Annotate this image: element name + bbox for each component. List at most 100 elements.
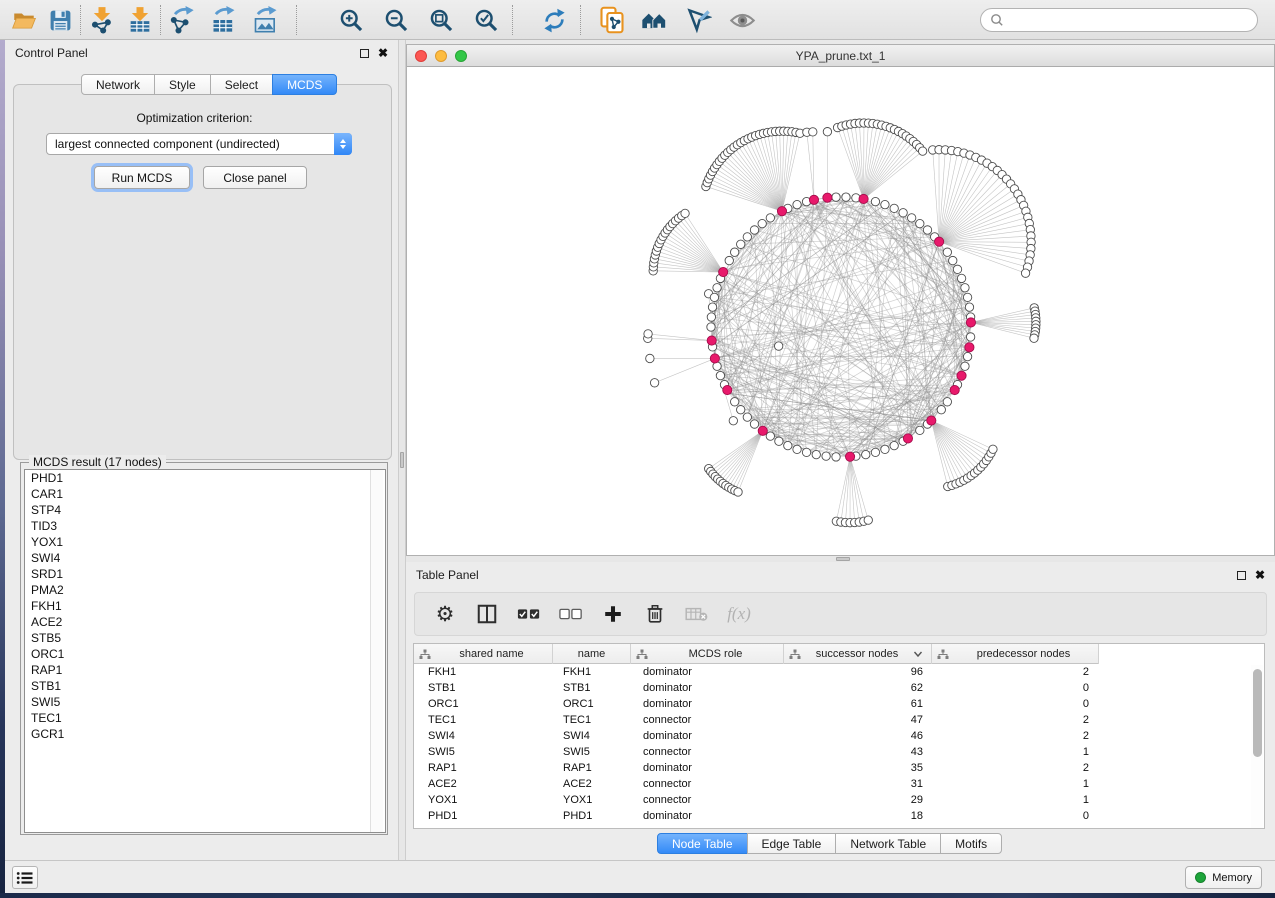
network-graph[interactable] bbox=[407, 67, 1274, 555]
refresh-icon[interactable] bbox=[538, 4, 570, 36]
table-cell: PHD1 bbox=[553, 808, 631, 824]
create-column-icon[interactable] bbox=[599, 601, 627, 627]
table-panel-title: Table Panel bbox=[416, 568, 479, 582]
tab-motifs[interactable]: Motifs bbox=[940, 833, 1002, 854]
table-row[interactable]: ORC1ORC1dominator610 bbox=[414, 696, 1264, 712]
delete-column-icon[interactable] bbox=[641, 601, 669, 627]
tab-node-table[interactable]: Node Table bbox=[657, 833, 748, 854]
tab-style[interactable]: Style bbox=[154, 74, 211, 95]
mcds-result-title: MCDS result (17 nodes) bbox=[29, 455, 166, 469]
list-item[interactable]: GCR1 bbox=[25, 726, 385, 742]
first-neighbors-icon[interactable] bbox=[638, 4, 670, 36]
list-item[interactable]: SWI5 bbox=[25, 694, 385, 710]
table-row[interactable]: SWI4SWI4dominator462 bbox=[414, 728, 1264, 744]
list-item[interactable]: STB1 bbox=[25, 678, 385, 694]
table-row[interactable]: STB1STB1dominator620 bbox=[414, 680, 1264, 696]
list-item[interactable]: YOX1 bbox=[25, 534, 385, 550]
zoom-selected-icon[interactable] bbox=[470, 4, 502, 36]
float-panel-icon[interactable] bbox=[360, 49, 369, 58]
clone-network-icon[interactable] bbox=[596, 4, 628, 36]
import-table-icon[interactable] bbox=[124, 4, 156, 36]
deselect-all-columns-icon[interactable] bbox=[557, 601, 585, 627]
select-all-columns-icon[interactable] bbox=[515, 601, 543, 627]
status-menu-button[interactable] bbox=[12, 866, 38, 889]
column-header-name[interactable]: name bbox=[553, 644, 631, 664]
column-type-icon bbox=[789, 649, 801, 660]
close-panel-icon[interactable]: ✖ bbox=[378, 49, 388, 58]
list-item[interactable]: ACE2 bbox=[25, 614, 385, 630]
table-cell: 18 bbox=[784, 808, 932, 824]
column-header-mcds-role[interactable]: MCDS role bbox=[631, 644, 784, 664]
network-canvas[interactable] bbox=[407, 67, 1274, 555]
splitter-grip[interactable] bbox=[400, 452, 404, 468]
tab-network-table[interactable]: Network Table bbox=[835, 833, 941, 854]
search-input[interactable] bbox=[1008, 13, 1257, 27]
table-cell: 1 bbox=[932, 776, 1099, 792]
splitter-grip[interactable] bbox=[836, 557, 850, 561]
export-network-icon[interactable] bbox=[166, 4, 198, 36]
zoom-fit-icon[interactable] bbox=[425, 4, 457, 36]
table-row[interactable]: PHD1PHD1dominator180 bbox=[414, 808, 1264, 824]
table-cell: STB1 bbox=[414, 680, 553, 696]
network-window-titlebar[interactable]: YPA_prune.txt_1 bbox=[407, 45, 1274, 67]
zoom-out-icon[interactable] bbox=[380, 4, 412, 36]
list-item[interactable]: FKH1 bbox=[25, 598, 385, 614]
mcds-result-list[interactable]: PHD1CAR1STP4TID3YOX1SWI4SRD1PMA2FKH1ACE2… bbox=[24, 469, 386, 833]
table-row[interactable]: YOX1YOX1connector291 bbox=[414, 792, 1264, 808]
run-mcds-button[interactable]: Run MCDS bbox=[94, 166, 190, 189]
table-cell: YOX1 bbox=[414, 792, 553, 808]
sort-chevron-icon[interactable] bbox=[913, 650, 923, 658]
table-settings-gear-icon[interactable]: ⚙ bbox=[431, 601, 459, 627]
criterion-dropdown[interactable]: largest connected component (undirected) bbox=[46, 133, 352, 155]
list-item[interactable]: RAP1 bbox=[25, 662, 385, 678]
show-hide-icon[interactable] bbox=[726, 4, 758, 36]
list-item[interactable]: CAR1 bbox=[25, 486, 385, 502]
show-columns-icon[interactable] bbox=[473, 601, 501, 627]
criterion-value: largest connected component (undirected) bbox=[47, 137, 334, 151]
zoom-in-icon[interactable] bbox=[335, 4, 367, 36]
list-item[interactable]: SWI4 bbox=[25, 550, 385, 566]
table-row[interactable]: ACE2ACE2connector311 bbox=[414, 776, 1264, 792]
table-cell: dominator bbox=[631, 728, 784, 744]
list-item[interactable]: STB5 bbox=[25, 630, 385, 646]
tab-select[interactable]: Select bbox=[210, 74, 273, 95]
control-panel-titlebar: Control Panel ✖ bbox=[5, 40, 398, 66]
table-row[interactable]: RAP1RAP1dominator352 bbox=[414, 760, 1264, 776]
table-row[interactable]: SWI5SWI5connector431 bbox=[414, 744, 1264, 760]
table-panel-tabs: Node Table Edge Table Network Table Moti… bbox=[657, 833, 1002, 854]
float-panel-icon[interactable] bbox=[1237, 571, 1246, 580]
import-network-icon[interactable] bbox=[86, 4, 118, 36]
close-panel-icon[interactable]: ✖ bbox=[1255, 571, 1265, 580]
mcds-list-scrollbar[interactable] bbox=[370, 470, 383, 832]
style-icon[interactable] bbox=[682, 4, 714, 36]
export-table-icon[interactable] bbox=[208, 4, 240, 36]
memory-button[interactable]: Memory bbox=[1185, 866, 1262, 889]
list-item[interactable]: TEC1 bbox=[25, 710, 385, 726]
list-item[interactable]: PHD1 bbox=[25, 470, 385, 486]
toolbar-separator bbox=[580, 5, 581, 35]
tab-mcds[interactable]: MCDS bbox=[272, 74, 337, 95]
vertical-splitter[interactable] bbox=[398, 40, 406, 860]
save-session-icon[interactable] bbox=[44, 4, 76, 36]
export-image-icon[interactable] bbox=[250, 4, 282, 36]
toolbar-separator bbox=[296, 5, 297, 35]
mcds-result-group: MCDS result (17 nodes) PHD1CAR1STP4TID3Y… bbox=[20, 462, 388, 835]
table-row[interactable]: TEC1TEC1connector472 bbox=[414, 712, 1264, 728]
column-header-predecessor-nodes[interactable]: predecessor nodes bbox=[932, 644, 1099, 664]
table-cell: dominator bbox=[631, 664, 784, 680]
table-panel: Table Panel ✖ ⚙ bbox=[406, 562, 1275, 860]
scrollbar-thumb[interactable] bbox=[1253, 669, 1262, 757]
open-file-icon[interactable] bbox=[8, 4, 40, 36]
list-item[interactable]: ORC1 bbox=[25, 646, 385, 662]
list-item[interactable]: PMA2 bbox=[25, 582, 385, 598]
list-item[interactable]: SRD1 bbox=[25, 566, 385, 582]
column-header-shared-name[interactable]: shared name bbox=[414, 644, 553, 664]
close-panel-button[interactable]: Close panel bbox=[203, 166, 307, 189]
table-row[interactable]: FKH1FKH1dominator962 bbox=[414, 664, 1264, 680]
list-item[interactable]: TID3 bbox=[25, 518, 385, 534]
column-header-successor-nodes[interactable]: successor nodes bbox=[784, 644, 932, 664]
table-scrollbar[interactable] bbox=[1251, 665, 1263, 828]
list-item[interactable]: STP4 bbox=[25, 502, 385, 518]
tab-network[interactable]: Network bbox=[81, 74, 155, 95]
tab-edge-table[interactable]: Edge Table bbox=[747, 833, 837, 854]
